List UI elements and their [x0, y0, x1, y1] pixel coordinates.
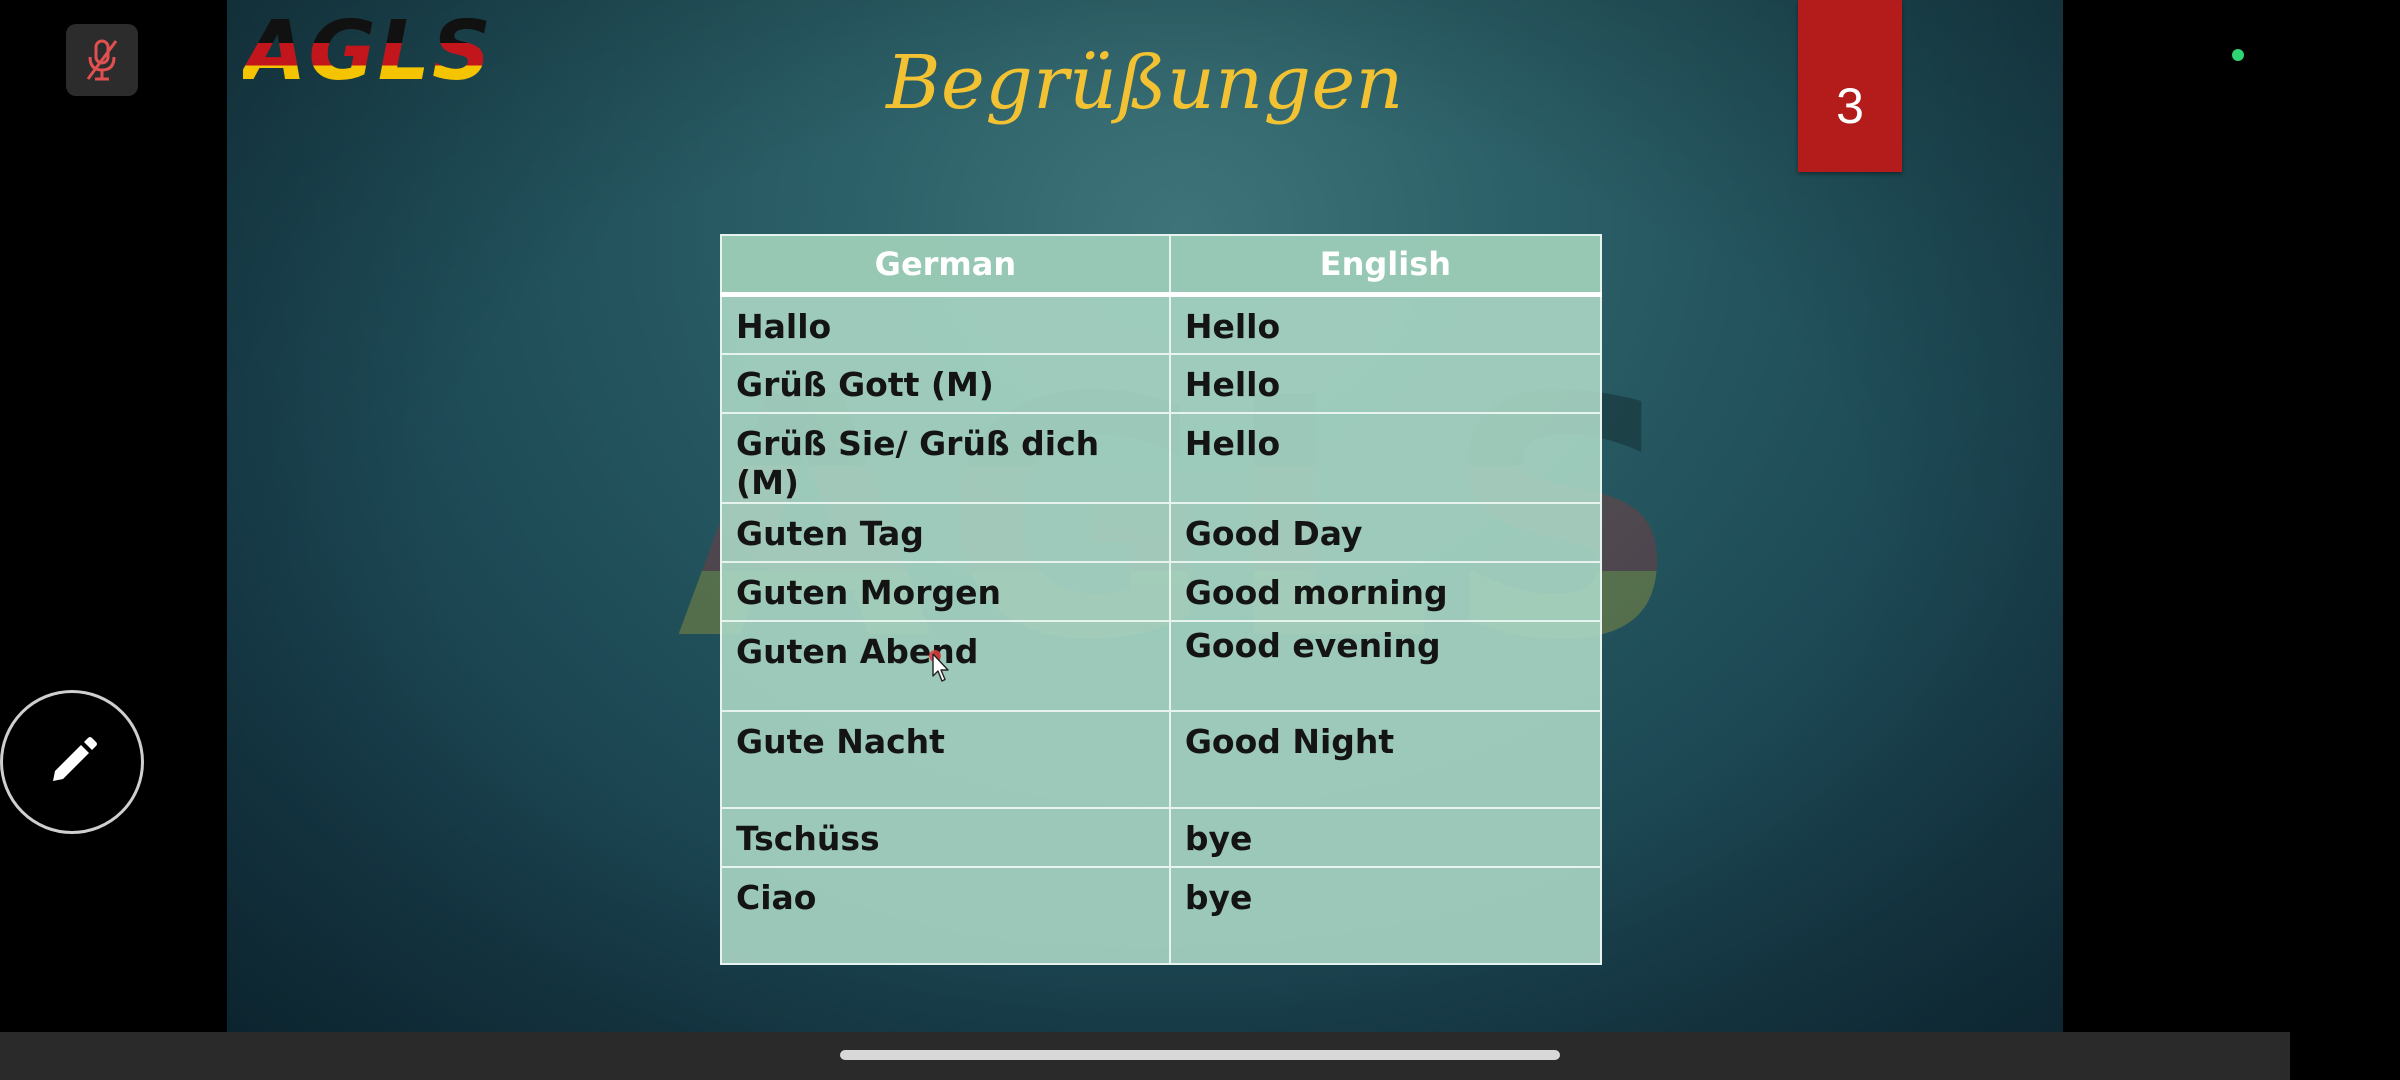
status-indicator-dot	[2232, 49, 2244, 61]
table-row: Grüß Sie/ Grüß dich (M) Hello	[721, 412, 1601, 504]
german-cell: Grüß Gott (M)	[721, 353, 1171, 414]
english-cell: Hello	[1169, 294, 1601, 355]
german-cell: Guten Morgen	[721, 561, 1171, 622]
mic-off-icon	[86, 39, 118, 81]
german-cell: Ciao	[721, 866, 1171, 965]
column-header-english: English	[1169, 235, 1601, 297]
german-cell: Guten Tag	[721, 502, 1171, 563]
pencil-icon	[53, 737, 97, 781]
english-cell: Good Day	[1169, 502, 1601, 563]
shared-slide: AGLS AGLS Begrüßungen 3 German English H…	[227, 0, 2063, 1032]
english-cell: Good morning	[1169, 561, 1601, 622]
page-number-badge: 3	[1798, 0, 1902, 172]
table-row: Ciao bye	[721, 866, 1601, 965]
screen: AGLS AGLS Begrüßungen 3 German English H…	[0, 0, 2400, 1080]
mute-microphone-button[interactable]	[66, 24, 138, 96]
annotate-button[interactable]	[0, 690, 144, 834]
english-cell: Hello	[1169, 353, 1601, 414]
german-cell: Tschüss	[721, 807, 1171, 868]
english-cell: bye	[1169, 807, 1601, 868]
table-row: Gute Nacht Good Night	[721, 710, 1601, 809]
column-header-german: German	[721, 235, 1171, 297]
english-cell: Hello	[1169, 412, 1601, 504]
slide-title: Begrüßungen	[886, 40, 1404, 126]
table-header-row: German English	[721, 235, 1601, 297]
german-cell: Grüß Sie/ Grüß dich (M)	[721, 412, 1171, 504]
english-cell: Good evening	[1169, 620, 1601, 712]
table-row: Guten Abend Good evening	[721, 620, 1601, 712]
table-row: Hallo Hello	[721, 294, 1601, 355]
table-row: Guten Morgen Good morning	[721, 561, 1601, 622]
table-row: Tschüss bye	[721, 807, 1601, 868]
table-row: Guten Tag Good Day	[721, 502, 1601, 563]
home-indicator[interactable]	[840, 1050, 1560, 1060]
english-cell: bye	[1169, 866, 1601, 965]
table-row: Grüß Gott (M) Hello	[721, 353, 1601, 414]
page-number: 3	[1836, 78, 1864, 134]
pointer-cursor-icon	[929, 650, 949, 682]
german-cell: Hallo	[721, 294, 1171, 355]
german-cell: Gute Nacht	[721, 710, 1171, 809]
english-cell: Good Night	[1169, 710, 1601, 809]
greetings-table: German English Hallo Hello Grüß Gott (M)…	[720, 234, 1602, 965]
